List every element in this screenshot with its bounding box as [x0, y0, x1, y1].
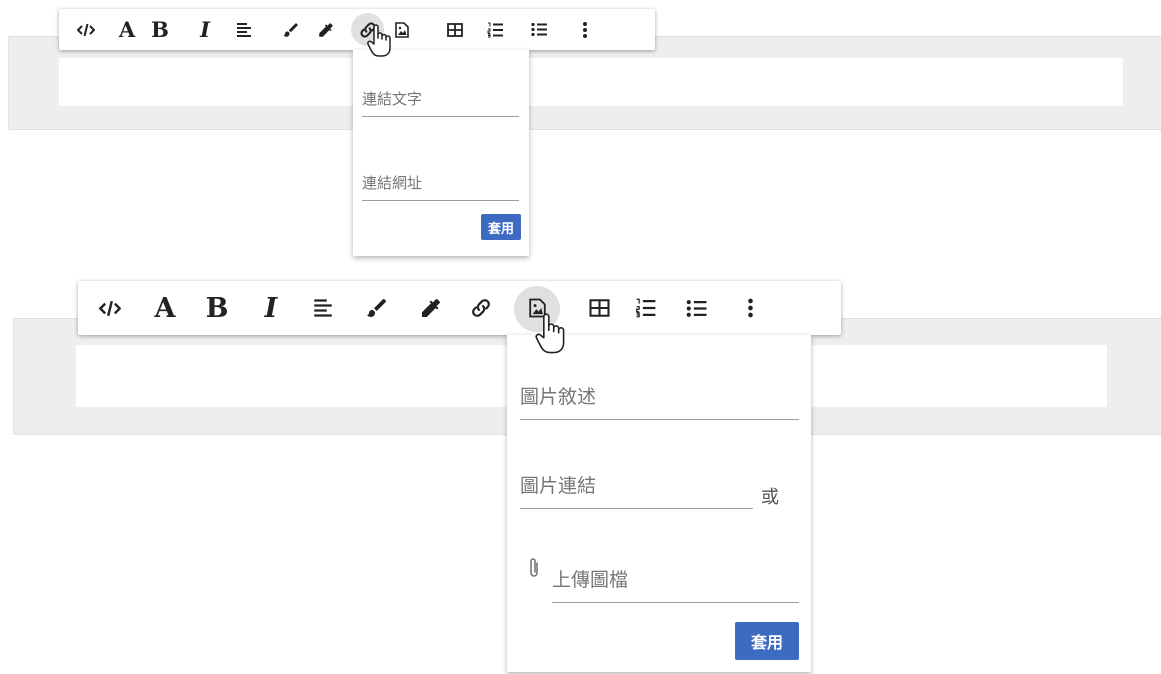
- brush-icon: [367, 298, 387, 317]
- image-button[interactable]: [387, 9, 417, 50]
- link-icon: [359, 21, 376, 38]
- bold-button[interactable]: B: [145, 9, 175, 50]
- table-icon: [588, 299, 610, 317]
- italic-icon: I: [200, 17, 210, 42]
- align-button[interactable]: [306, 281, 340, 335]
- italic-button[interactable]: I: [190, 9, 220, 50]
- link-button[interactable]: [351, 9, 384, 50]
- table-button[interactable]: [582, 281, 616, 335]
- editor-content-top[interactable]: [59, 58, 1123, 106]
- editor-area-top: [8, 36, 1161, 130]
- code-button[interactable]: [92, 281, 128, 335]
- brush-button[interactable]: [276, 9, 306, 50]
- link-button[interactable]: [464, 281, 498, 335]
- paperclip-icon: [530, 558, 538, 577]
- italic-icon: I: [264, 292, 278, 324]
- image-popup: 或 套用: [507, 335, 811, 672]
- or-label: 或: [761, 487, 779, 508]
- ordered-list-button[interactable]: [629, 281, 663, 335]
- brush-button[interactable]: [360, 281, 394, 335]
- font-icon: A: [118, 17, 136, 42]
- upload-image-input[interactable]: [552, 558, 799, 603]
- brush-icon: [283, 22, 298, 37]
- table-icon: [447, 22, 463, 37]
- link-url-input[interactable]: [362, 166, 519, 201]
- image-url-input[interactable]: [520, 464, 753, 509]
- more-button[interactable]: [733, 281, 767, 335]
- more-vert-icon: [583, 21, 587, 38]
- unordered-list-button[interactable]: [680, 281, 714, 335]
- toolbar-bottom: A B I: [78, 281, 841, 335]
- bold-icon: B: [205, 292, 229, 324]
- more-button[interactable]: [570, 9, 600, 50]
- image-desc-input[interactable]: [520, 375, 799, 420]
- bold-icon: B: [151, 17, 169, 42]
- link-text-input[interactable]: [362, 82, 519, 117]
- eyedropper-button[interactable]: [311, 9, 341, 50]
- align-button[interactable]: [229, 9, 259, 50]
- code-icon: [99, 300, 121, 316]
- image-apply-button[interactable]: 套用: [735, 622, 799, 660]
- link-popup: 套用: [353, 50, 529, 256]
- bold-button[interactable]: B: [200, 281, 234, 335]
- align-icon: [237, 22, 251, 37]
- unordered-list-icon: [686, 299, 707, 317]
- image-icon: [395, 21, 409, 38]
- toolbar-top: A B I: [59, 9, 655, 50]
- eyedropper-button[interactable]: [414, 281, 448, 335]
- link-apply-button[interactable]: 套用: [481, 214, 521, 240]
- eyedropper-icon: [422, 298, 441, 317]
- unordered-list-icon: [530, 22, 547, 37]
- font-button[interactable]: A: [148, 281, 182, 335]
- table-button[interactable]: [440, 9, 470, 50]
- italic-button[interactable]: I: [254, 281, 288, 335]
- unordered-list-button[interactable]: [524, 9, 554, 50]
- ordered-list-icon: [487, 22, 503, 37]
- code-button[interactable]: [68, 9, 104, 50]
- image-icon: [528, 298, 546, 318]
- font-button[interactable]: A: [112, 9, 142, 50]
- font-icon: A: [154, 292, 176, 324]
- image-button[interactable]: [514, 281, 560, 335]
- align-icon: [314, 299, 332, 317]
- ordered-list-button[interactable]: [480, 9, 510, 50]
- more-vert-icon: [747, 298, 753, 318]
- ordered-list-icon: [636, 298, 656, 318]
- link-icon: [472, 299, 490, 317]
- code-icon: [77, 23, 95, 36]
- eyedropper-icon: [319, 22, 333, 37]
